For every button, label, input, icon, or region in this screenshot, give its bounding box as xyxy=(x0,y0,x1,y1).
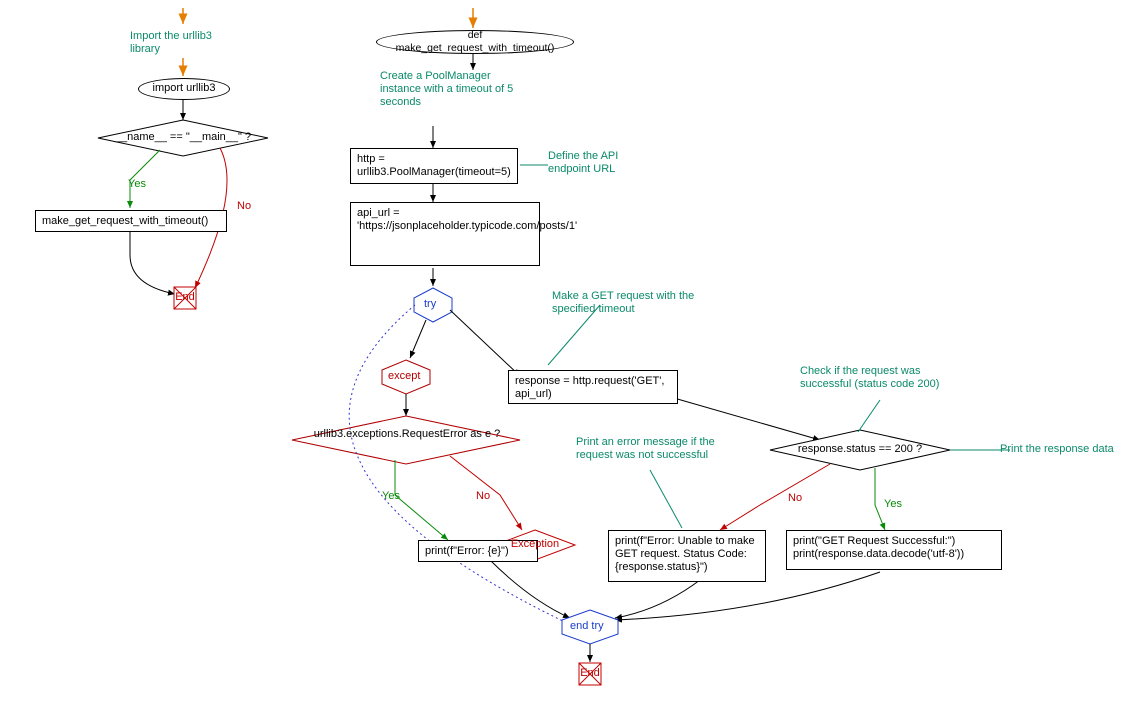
api-url-node: api_url = 'https://jsonplaceholder.typic… xyxy=(350,202,540,266)
try-node: try xyxy=(424,298,436,310)
print-error-node: print(f"Error: Unable to make GET reques… xyxy=(608,530,766,582)
comment-get: Make a GET request with the specified ti… xyxy=(552,290,702,316)
comment-print-data: Print the response data xyxy=(1000,443,1130,456)
comment-import: Import the urllib3 library xyxy=(130,30,240,56)
response-node: response = http.request('GET', api_url) xyxy=(508,370,678,404)
comment-url: Define the API endpoint URL xyxy=(548,150,648,176)
comment-pool: Create a PoolManager instance with a tim… xyxy=(380,70,520,110)
http-node: http = urllib3.PoolManager(timeout=5) xyxy=(350,148,518,184)
exception-node: Exception xyxy=(508,538,562,550)
no-label-left: No xyxy=(237,200,251,212)
yes-status: Yes xyxy=(884,498,902,510)
end-left: End xyxy=(175,291,195,304)
print-success-node: print("GET Request Successful:") print(r… xyxy=(786,530,1002,570)
cond-main: __name__ == "__main__" ? xyxy=(108,131,258,143)
flowchart-svg xyxy=(0,0,1133,713)
def-fn-node: def make_get_request_with_timeout() xyxy=(376,30,574,54)
import-node: import urllib3 xyxy=(138,78,230,100)
cond-status: response.status == 200 ? xyxy=(792,443,928,455)
call-fn-node: make_get_request_with_timeout() xyxy=(35,210,227,232)
comment-error: Print an error message if the request wa… xyxy=(576,436,736,462)
cond-except: urllib3.exceptions.RequestError as e ? xyxy=(312,428,502,440)
comment-check: Check if the request was successful (sta… xyxy=(800,365,960,391)
except-node: except xyxy=(388,370,420,382)
no-status: No xyxy=(788,492,802,504)
no-except: No xyxy=(476,490,490,502)
yes-except: Yes xyxy=(382,490,400,502)
yes-label-left: Yes xyxy=(128,178,146,190)
end-try-node: end try xyxy=(570,620,604,632)
end-right: End xyxy=(580,667,600,680)
